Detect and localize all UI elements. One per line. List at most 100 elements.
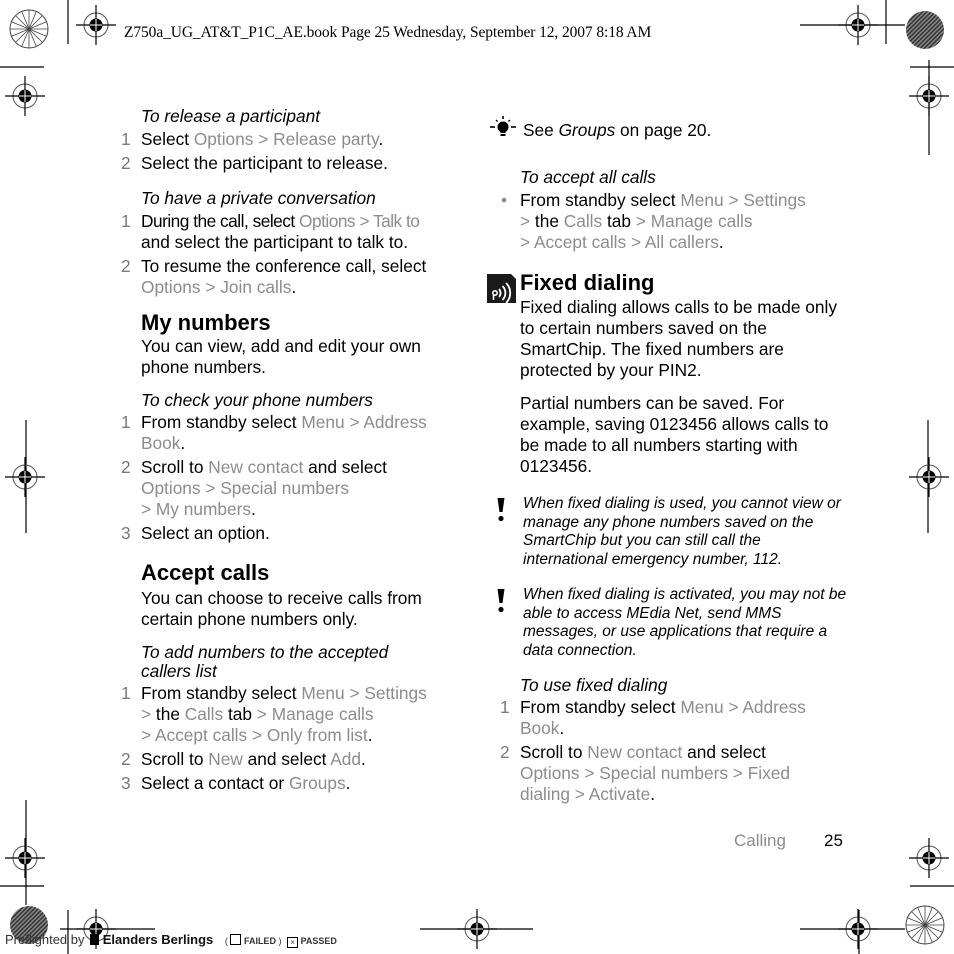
note-text: When fixed dialing is used, you cannot v… (523, 495, 841, 568)
step-number: 3 (121, 773, 131, 793)
text: See (523, 120, 559, 140)
passed-box: × PASSED (287, 936, 337, 948)
bullet-icon: • (501, 190, 508, 210)
fixed-para-2: Partial numbers can be saved. For exampl… (520, 393, 829, 476)
sep: > (344, 683, 365, 703)
moire-top-right (906, 11, 944, 49)
sep: > (355, 211, 373, 231)
warning-icon (497, 589, 505, 613)
menu-item: > Accept calls (520, 232, 627, 252)
sep: > (723, 697, 743, 717)
text: tab (602, 211, 636, 231)
text: . (559, 718, 565, 738)
heading-my-numbers: My numbers (141, 310, 271, 335)
text: Scroll to (141, 749, 209, 769)
sep: > (344, 412, 364, 432)
preflight-stamp: Preflighted by Elanders Berlings ( FAILE… (5, 932, 337, 948)
menu-item: Options (193, 129, 254, 149)
text: From standby select (520, 697, 681, 717)
passed-label: PASSED (300, 936, 337, 946)
network-service-icon (487, 274, 516, 303)
text: and select the participant to talk to. (141, 232, 409, 252)
step: 2 Select the participant to release. (121, 153, 471, 174)
tip-text: See Groups on page 20. (523, 120, 711, 141)
menu-item: Menu (680, 190, 724, 210)
menu-item: Special numbers (220, 478, 349, 498)
text: Select (141, 129, 194, 149)
text: the (534, 211, 564, 231)
text: From standby select (141, 683, 302, 703)
footer-section: Calling (734, 831, 786, 850)
preflight-label: Preflighted by (5, 932, 85, 947)
text: Select the participant to release. (141, 153, 388, 173)
text: on page 20. (615, 120, 712, 140)
menu-item: Menu (301, 412, 345, 432)
heading-fixed-dialing: Fixed dialing (520, 270, 655, 295)
sep: > (579, 763, 600, 783)
step-number: 2 (121, 749, 131, 769)
menu-item: All callers (644, 232, 719, 252)
menu-item: > Accept calls (141, 725, 248, 745)
text: Select a contact or (141, 773, 289, 793)
menu-item: Options (141, 277, 201, 297)
step: 3 Select a contact or Groups. (121, 773, 471, 794)
text: . (718, 232, 724, 252)
step-number: 3 (121, 523, 131, 543)
text: tab (223, 704, 257, 724)
menu-item: Menu (680, 697, 724, 717)
menu-item: Options (299, 211, 356, 231)
note-text: When fixed dialing is activated, you may… (523, 586, 847, 659)
elanders-logo-icon (90, 934, 100, 945)
menu-item: Address (742, 697, 806, 717)
text: Select an option. (141, 523, 270, 543)
step: 3 Select an option. (121, 523, 471, 544)
fixed-para-1: Fixed dialing allows calls to be made on… (520, 297, 837, 380)
text: Scroll to (141, 457, 209, 477)
step-number: 1 (121, 211, 131, 231)
sep: > (200, 277, 221, 297)
sep: > (626, 232, 645, 252)
step-number: 1 (500, 697, 510, 717)
menu-item: Settings (743, 190, 806, 210)
sep: > (141, 704, 156, 724)
menu-item: Release party (273, 129, 379, 149)
checkbox-empty-icon (230, 934, 242, 945)
subheading-release: To release a participant (141, 106, 321, 126)
lightbulb-icon (490, 116, 516, 136)
text: . (650, 784, 656, 804)
text: the (155, 704, 185, 724)
step: 2 Scroll to New contact and select Option… (121, 457, 471, 520)
menu-item: Calls (563, 211, 603, 231)
menu-item: Activate (588, 784, 651, 804)
sep: > (520, 211, 535, 231)
subheading-check-numbers: To check your phone numbers (141, 390, 373, 410)
menu-item: Only from list (266, 725, 368, 745)
warning-note: When fixed dialing is used, you cannot v… (497, 495, 850, 569)
step: 1 From standby select Menu > Address Book… (500, 697, 850, 739)
step: 2 To resume the conference call, select O… (121, 256, 471, 298)
step: 2 Scroll to New contact and select Option… (500, 742, 850, 805)
sep: > (200, 478, 221, 498)
menu-item: New contact (208, 457, 304, 477)
step: 1 Select Options > Release party. (121, 129, 471, 150)
text: . (367, 725, 373, 745)
left-column: To release a participant 1 Select Option… (121, 106, 471, 794)
menu-item: Add (330, 749, 361, 769)
step-number: 2 (121, 256, 131, 276)
step: 1 From standby select Menu > Settings > t… (121, 683, 471, 746)
menu-item: Options (520, 763, 580, 783)
subheading-accept-all: To accept all calls (520, 167, 656, 187)
step-number: 1 (121, 129, 131, 149)
right-column: To accept all calls • From standby selec… (487, 167, 850, 805)
subheading-use-fixed: To use fixed dialing (520, 675, 668, 695)
menu-item: New contact (587, 742, 683, 762)
text: and select (303, 457, 387, 477)
sep: > (247, 725, 267, 745)
text: . (361, 749, 366, 769)
text: and select (682, 742, 766, 762)
menu-item: > My numbers (141, 499, 251, 519)
text: . (250, 499, 256, 519)
text: . (180, 433, 186, 453)
menu-item: Menu (301, 683, 345, 703)
text: Scroll to (520, 742, 588, 762)
